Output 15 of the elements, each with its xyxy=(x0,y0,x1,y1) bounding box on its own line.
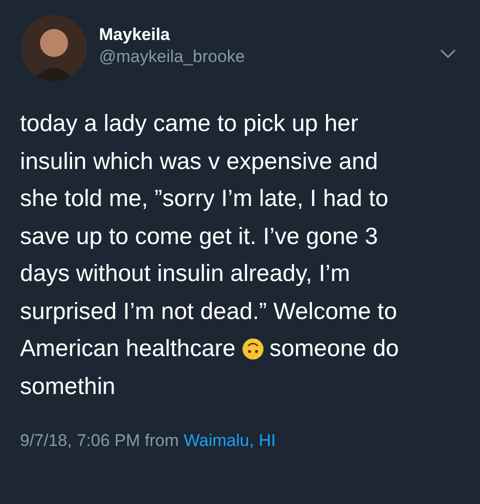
tweet-text: surprised I’m not dead.” Welcome to xyxy=(20,296,398,326)
tweet-text: days without insulin already, I’m xyxy=(20,259,350,288)
tweet-text: today a lady came to pick up her xyxy=(20,109,358,138)
author-handle[interactable]: @maykeila_brooke xyxy=(99,47,428,67)
tweet-text: American healthcare xyxy=(20,334,236,363)
chevron-down-icon[interactable] xyxy=(440,49,456,59)
tweet-text: somethin xyxy=(20,372,116,400)
upside-down-face-icon xyxy=(242,338,264,360)
location-link[interactable]: Waimalu, HI xyxy=(184,431,276,451)
tweet-text: someone do xyxy=(270,334,399,363)
author-name[interactable]: Maykeila xyxy=(99,25,428,45)
tweet-text: insulin which was v expensive and xyxy=(20,146,378,176)
tweet-timestamp: 9/7/18, 7:06 PM from xyxy=(20,431,179,451)
tweet-text: she told me, ”sorry I’m late, I had to xyxy=(20,184,388,213)
tweet-text: save up to come get it. I’ve gone 3 xyxy=(20,222,378,251)
